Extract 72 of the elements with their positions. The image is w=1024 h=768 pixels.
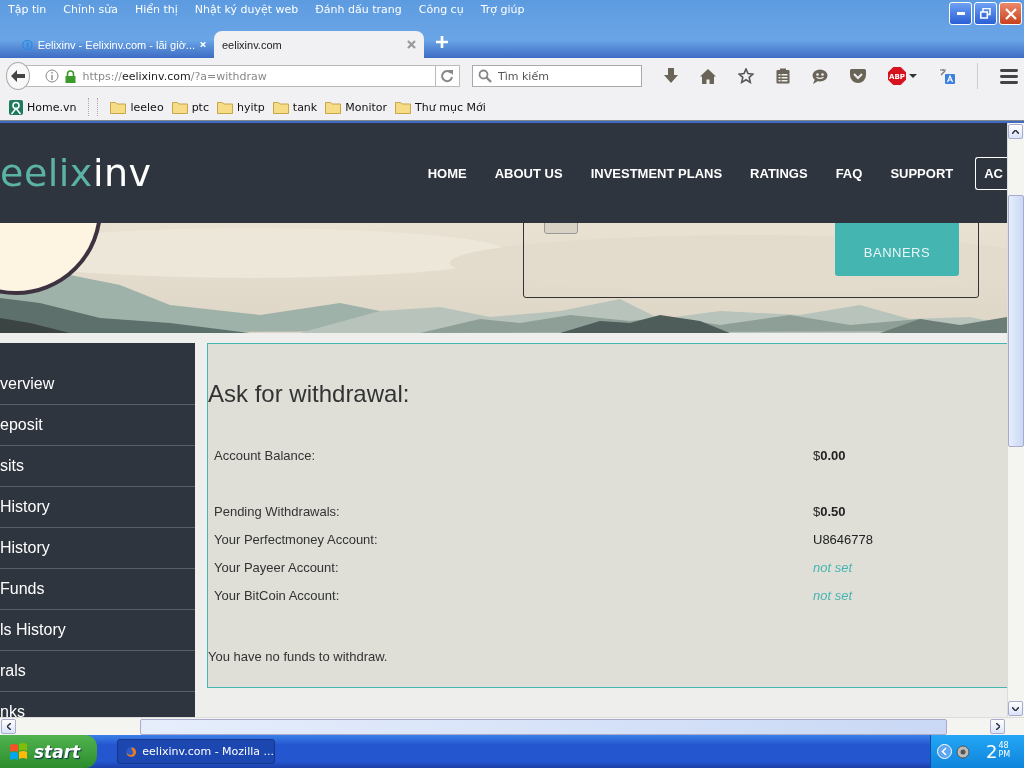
horizontal-scrollbar[interactable] — [0, 717, 1024, 735]
sidebar-item[interactable]: eposit — [0, 405, 195, 446]
field-label: Your Payeer Account: — [214, 559, 340, 575]
nav-link[interactable]: RATINGS — [750, 165, 808, 181]
restore-button[interactable] — [974, 2, 997, 25]
clock-hour: 2 — [986, 741, 998, 762]
sidebar-item[interactable]: History — [0, 487, 195, 528]
bookmark-item[interactable]: Thư mục Mới — [415, 100, 486, 114]
close-icon — [1004, 7, 1017, 20]
browser-tab[interactable]: eelixinv.com — [214, 31, 424, 58]
dropdown-caret-icon[interactable] — [909, 74, 917, 78]
taskbar-button[interactable]: eelixinv.com - Mozilla ... — [117, 739, 275, 764]
new-tab-icon[interactable] — [436, 36, 448, 48]
flag-icon — [9, 742, 29, 761]
search-field[interactable]: Tìm kiếm — [472, 65, 642, 87]
sidebar-item[interactable]: Funds — [0, 569, 195, 610]
star-icon[interactable] — [738, 68, 754, 84]
field-label: Account Balance: — [214, 447, 317, 463]
pocket-icon[interactable] — [850, 69, 866, 83]
clock-period: PM — [998, 750, 1011, 759]
nav-link[interactable]: SUPPORT — [890, 165, 954, 181]
sidebar-item[interactable]: sits — [0, 446, 195, 487]
bookmark-item[interactable]: Monitor — [345, 100, 388, 114]
folder-icon — [272, 100, 289, 114]
bookmark-item[interactable]: Home.vn — [27, 100, 77, 114]
back-button[interactable] — [6, 62, 31, 90]
bookmark-item[interactable]: hyitp — [236, 100, 265, 114]
folder-icon — [110, 100, 127, 114]
back-icon[interactable] — [10, 69, 27, 83]
info-icon[interactable] — [45, 69, 60, 83]
minimize-icon — [956, 12, 965, 15]
search-icon — [478, 69, 492, 83]
nav-link[interactable]: FAQ — [835, 165, 863, 181]
field-value: not set — [813, 587, 853, 603]
folder-icon — [325, 100, 342, 114]
minimize-button[interactable] — [949, 2, 972, 25]
nav-link[interactable]: INVESTMENT PLANS — [590, 165, 723, 181]
section-title: Ask for withdrawal: — [208, 380, 411, 408]
download-icon[interactable] — [664, 68, 678, 84]
nav-link[interactable]: ABOUT US — [494, 165, 563, 181]
bookmark-item[interactable]: tank — [292, 100, 318, 114]
field-value: $0.50 — [813, 503, 846, 519]
home-icon[interactable] — [700, 68, 716, 84]
speaker-icon[interactable] — [956, 744, 970, 759]
folder-icon — [395, 100, 412, 114]
translate-icon[interactable] — [939, 68, 955, 84]
field-value: $0.00 — [813, 447, 846, 463]
close-button[interactable] — [999, 2, 1022, 25]
sidebar-item[interactable]: History — [0, 528, 195, 569]
field-label: Your Perfectmoney Account: — [214, 531, 379, 547]
folder-icon — [216, 100, 233, 114]
site-logo[interactable]: eelixinv — [0, 151, 152, 195]
chat-bubble-icon[interactable] — [812, 68, 828, 84]
reload-icon[interactable] — [440, 69, 455, 83]
field-value: U8646778 — [813, 531, 873, 547]
restore-icon — [980, 8, 991, 19]
bookmark-item[interactable]: leeleo — [130, 100, 164, 114]
sidebar-item[interactable]: ls History — [0, 610, 195, 651]
field-label: Pending Withdrawals: — [214, 503, 341, 519]
vertical-scrollbar[interactable] — [1007, 123, 1024, 717]
nav-link[interactable]: HOME — [427, 165, 467, 181]
sidebar-item[interactable]: rals — [0, 651, 195, 692]
lock-icon — [65, 69, 77, 83]
field-label: Your BitCoin Account: — [214, 587, 341, 603]
info-message: You have no funds to withdraw. — [208, 649, 389, 664]
clock-minute: 48 — [998, 741, 1010, 750]
clipboard-icon[interactable] — [776, 68, 790, 84]
folder-icon — [171, 100, 188, 114]
bookmark-item[interactable]: ptc — [191, 100, 209, 114]
sidebar-item[interactable]: verview — [0, 364, 195, 405]
menu-icon[interactable] — [1000, 68, 1018, 84]
field-value: not set — [813, 559, 853, 575]
